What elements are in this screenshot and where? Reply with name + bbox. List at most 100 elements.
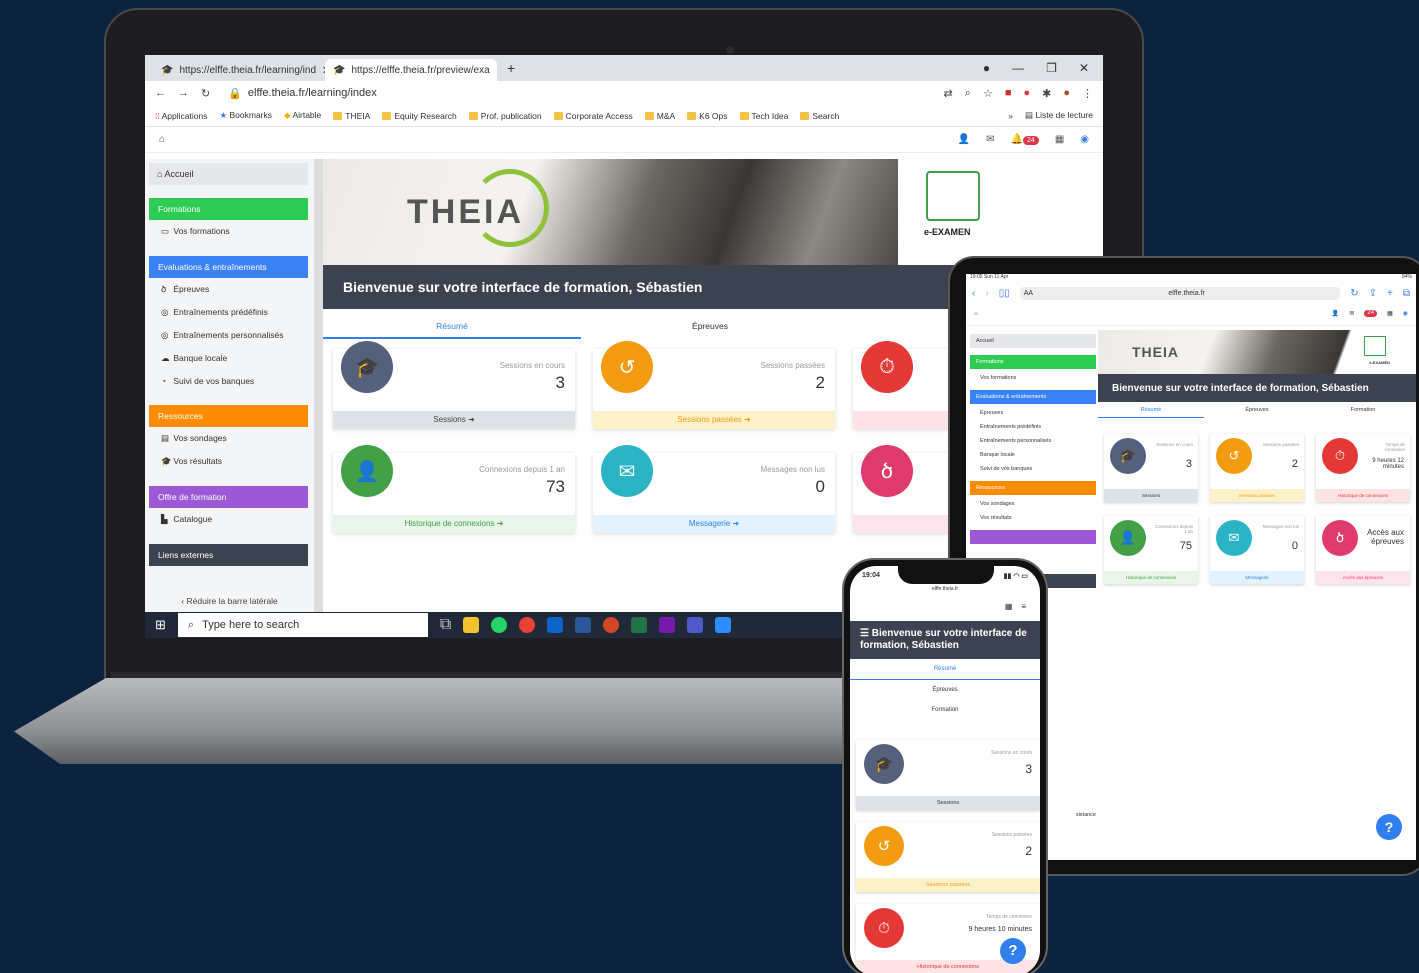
- card-link[interactable]: Historique de connexions: [1316, 489, 1410, 502]
- tab-epreuves[interactable]: Épreuves: [850, 680, 1040, 700]
- tab-epreuves[interactable]: Épreuves: [581, 309, 839, 339]
- sidebar-section-offre[interactable]: [970, 530, 1096, 544]
- card-link[interactable]: Sessions: [856, 796, 1040, 810]
- card-link[interactable]: Sessions passées: [1210, 489, 1304, 502]
- bookmark-applications[interactable]: ⁞⁞ Applications: [155, 111, 207, 121]
- collapse-sidebar-button[interactable]: ‹ Réduire la barre latérale: [145, 590, 314, 612]
- translate-icon[interactable]: ⇄: [944, 87, 953, 100]
- sidebar-item-entrainements-predefinis[interactable]: ◎ Entraînements prédéfinis: [145, 301, 322, 324]
- sidebar-item-vos-sondages[interactable]: ▤ Vos sondages: [145, 427, 322, 450]
- tabs-icon[interactable]: ⧉: [1403, 288, 1410, 299]
- task-view-icon[interactable]: ⧉: [440, 616, 451, 634]
- aa-button[interactable]: AA: [1020, 287, 1033, 300]
- sidebar-section-liens[interactable]: Liens externes: [149, 544, 308, 566]
- outlook-icon[interactable]: [547, 617, 564, 633]
- sidebar-item-vos-resultats[interactable]: 🎓 Vos résultats: [145, 450, 322, 473]
- new-tab-button[interactable]: +: [497, 60, 525, 81]
- sidebar-section-offre[interactable]: Offre de formation: [149, 486, 308, 508]
- grid-icon[interactable]: ▦: [1055, 134, 1064, 145]
- word-icon[interactable]: [575, 617, 592, 633]
- pdf-extension-icon[interactable]: ■: [1005, 87, 1012, 100]
- file-explorer-icon[interactable]: [463, 617, 480, 633]
- sidebar-item-suivi-banques[interactable]: Suivi de vos banques: [970, 460, 1096, 474]
- forward-icon[interactable]: →: [178, 87, 189, 99]
- forward-icon[interactable]: ›: [985, 288, 988, 299]
- sidebar-section-ressources[interactable]: Ressources: [970, 481, 1096, 495]
- sidebar-item-catalogue[interactable]: ▙ Catalogue: [145, 508, 322, 531]
- share-icon[interactable]: ⇪: [1369, 288, 1377, 299]
- windows-start-icon[interactable]: ⊞: [155, 617, 166, 633]
- sidebar-item-vos-formations[interactable]: ▭ Vos formations: [145, 220, 322, 243]
- back-icon[interactable]: ‹: [972, 288, 975, 299]
- menu-icon[interactable]: ⋮: [1082, 87, 1093, 100]
- sidebar-item-vos-sondages[interactable]: Vos sondages: [970, 495, 1096, 509]
- sidebar-item-home[interactable]: Accueil: [970, 334, 1096, 348]
- url-field[interactable]: AA elffe.theia.fr: [1019, 286, 1341, 300]
- home-icon[interactable]: ⌂: [159, 134, 165, 145]
- sidebar-item-entrainements-personnalises[interactable]: Entraînements personnalisés: [970, 432, 1096, 446]
- notifications-button[interactable]: 🔔 24: [1011, 134, 1039, 145]
- zoom-icon[interactable]: ⌕: [965, 87, 971, 100]
- back-icon[interactable]: ←: [155, 87, 166, 99]
- card-link[interactable]: Sessions: [1104, 489, 1198, 502]
- sidebar-section-evaluations[interactable]: Evaluations & entraînements: [970, 390, 1096, 404]
- sidebar-item-epreuves[interactable]: ծ Épreuves: [145, 278, 322, 301]
- star-icon[interactable]: ☆: [983, 87, 993, 100]
- bookmark-folder[interactable]: Tech Idea: [739, 111, 788, 121]
- tab-resume[interactable]: Résumé: [1098, 402, 1204, 418]
- browser-tab[interactable]: 🎓https://elffe.theia.fr/learning/ind✕: [153, 59, 325, 81]
- mail-icon[interactable]: ✉: [986, 134, 994, 145]
- sidebar-item-vos-resultats[interactable]: Vos résultats: [970, 509, 1096, 523]
- grid-icon[interactable]: ▦: [1005, 602, 1013, 611]
- tab-formation[interactable]: Formation: [850, 700, 1040, 720]
- bookmark-folder[interactable]: K6 Ops: [687, 111, 728, 121]
- tab-resume[interactable]: Résumé: [323, 309, 581, 339]
- excel-icon[interactable]: [631, 617, 648, 633]
- more-bookmarks-button[interactable]: »: [1008, 111, 1013, 121]
- grid-icon[interactable]: ▦: [1387, 310, 1393, 317]
- tab-resume[interactable]: Résumé: [850, 659, 1040, 680]
- notification-badge[interactable]: 24: [1364, 310, 1378, 317]
- card-link[interactable]: Messagerie ➜: [593, 515, 835, 533]
- help-button[interactable]: ?: [1376, 814, 1402, 840]
- reload-icon[interactable]: ↻: [201, 87, 210, 100]
- reading-list-button[interactable]: ▤ Liste de lecture: [1025, 110, 1093, 121]
- sidebar-item-epreuves[interactable]: Épreuves: [970, 404, 1096, 418]
- maximize-button[interactable]: ❐: [1046, 61, 1057, 75]
- card-link[interactable]: Historique de connexions ➜: [333, 515, 575, 533]
- home-icon[interactable]: ⌂: [974, 311, 978, 317]
- browser-tab-active[interactable]: 🎓https://elffe.theia.fr/preview/exa✕: [325, 59, 497, 81]
- bookmark-folder[interactable]: M&A: [644, 111, 675, 121]
- user-settings-icon[interactable]: 👤: [958, 134, 970, 145]
- reload-icon[interactable]: ↻: [1350, 288, 1358, 299]
- bookmark-bookmarks[interactable]: ★ Bookmarks: [219, 110, 272, 121]
- profile-icon[interactable]: ●: [983, 61, 990, 75]
- card-link[interactable]: Sessions passées ➜: [593, 411, 835, 429]
- card-link[interactable]: Sessions passées: [856, 878, 1040, 892]
- tab-epreuves[interactable]: Épreuves: [1204, 402, 1310, 418]
- card-link[interactable]: Messagerie: [1210, 571, 1304, 584]
- bookmark-folder[interactable]: Prof. publication: [468, 111, 542, 121]
- sidebar-item-suivi-banques[interactable]: ◔ Suivi de vos banques: [145, 370, 322, 392]
- sidebar-section-evaluations[interactable]: Evaluations & entraînements: [149, 256, 308, 278]
- book-icon[interactable]: ▯▯: [999, 288, 1010, 299]
- new-tab-icon[interactable]: +: [1387, 288, 1393, 299]
- sidebar-item-home[interactable]: ⌂ Accueil: [149, 163, 308, 185]
- bookmark-folder[interactable]: Search: [800, 111, 839, 121]
- sidebar-item-entrainements-personnalises[interactable]: ◎ Entraînements personnalisés: [145, 324, 322, 347]
- sidebar-item-banque-locale[interactable]: ☁ Banque locale: [145, 347, 322, 370]
- sidebar-scrollbar[interactable]: [314, 159, 322, 612]
- url-field[interactable]: 🔒 elffe.theia.fr/learning/index: [222, 84, 931, 102]
- taskbar-search-input[interactable]: ⌕ Type here to search: [177, 613, 428, 637]
- card-link[interactable]: Accès aux épreuves: [1316, 571, 1410, 584]
- help-button[interactable]: ?: [1000, 938, 1026, 964]
- bookmark-folder[interactable]: Equity Research: [382, 111, 457, 121]
- card-link[interactable]: Historique de connexions: [1104, 571, 1198, 584]
- tab-formation[interactable]: Formation: [1310, 402, 1416, 418]
- card-link[interactable]: Sessions ➜: [333, 411, 575, 429]
- user-settings-icon[interactable]: 👤: [1332, 310, 1339, 317]
- mail-icon[interactable]: ✉: [1349, 310, 1354, 317]
- sidebar-item-entrainements-predefinis[interactable]: Entraînements prédéfinis: [970, 418, 1096, 432]
- bookmark-folder[interactable]: Corporate Access: [553, 111, 633, 121]
- sidebar-section-formations[interactable]: Formations: [970, 355, 1096, 369]
